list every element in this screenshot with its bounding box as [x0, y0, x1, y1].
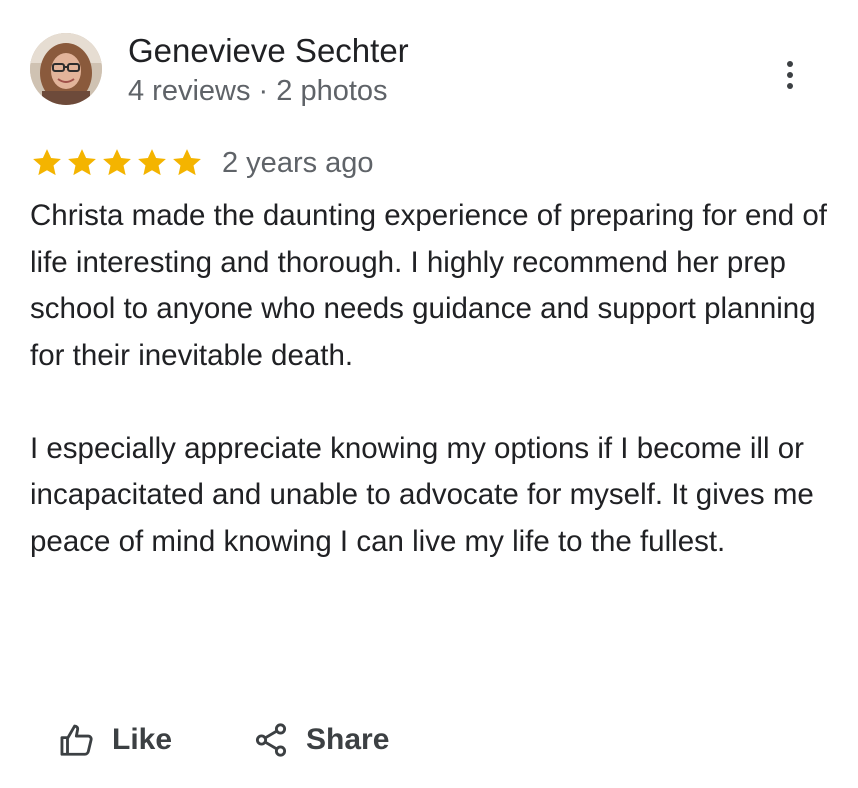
thumbs-up-icon: [60, 724, 93, 756]
share-button[interactable]: Share: [252, 721, 389, 759]
share-icon: [255, 723, 287, 757]
star-rating: [30, 146, 204, 180]
review-paragraph: I especially appreciate knowing my optio…: [30, 431, 814, 558]
like-label: Like: [112, 723, 173, 756]
more-vert-icon: [787, 61, 793, 67]
star-icon: [68, 149, 96, 176]
review-card: Genevieve Sechter 4 reviews · 2 photos 2…: [0, 0, 858, 788]
star-icon: [173, 149, 201, 176]
star-icon: [138, 149, 166, 176]
review-time: 2 years ago: [222, 146, 374, 179]
review-header: Genevieve Sechter 4 reviews · 2 photos: [30, 33, 830, 109]
review-actions: Like Share: [58, 716, 389, 764]
avatar[interactable]: [30, 33, 102, 105]
like-button[interactable]: Like: [58, 721, 172, 759]
share-label: Share: [306, 723, 390, 756]
review-text: Christa made the daunting experience of …: [30, 193, 830, 565]
author-name[interactable]: Genevieve Sechter: [128, 33, 409, 69]
rating-row: 2 years ago: [30, 145, 374, 181]
more-options-button[interactable]: [770, 51, 810, 99]
author-meta: 4 reviews · 2 photos: [128, 75, 388, 107]
avatar-photo: [30, 33, 102, 105]
more-vert-icon-dot: [787, 83, 793, 89]
more-vert-icon-dot: [787, 72, 793, 78]
star-icon: [33, 149, 61, 176]
star-icon: [103, 149, 131, 176]
review-paragraph: Christa made the daunting experience of …: [30, 199, 828, 372]
